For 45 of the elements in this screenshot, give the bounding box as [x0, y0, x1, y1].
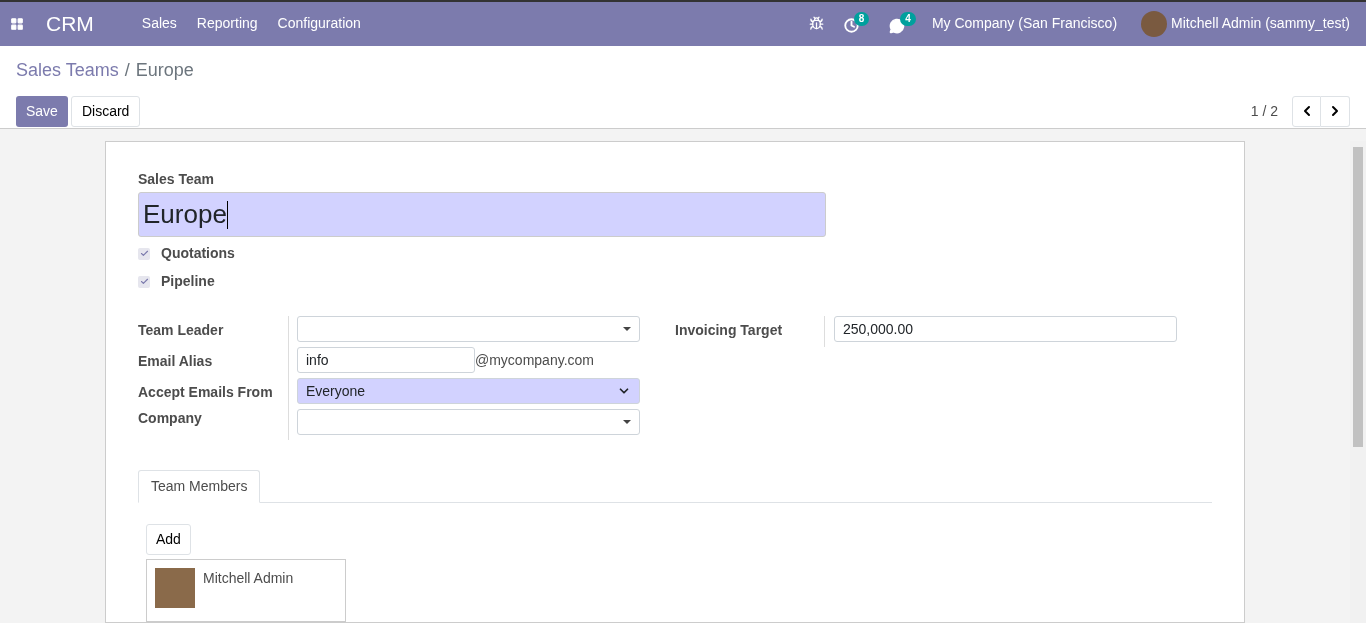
activity-button[interactable]: 8: [843, 11, 870, 36]
alias-domain: @mycompany.com: [475, 350, 594, 370]
menu-item[interactable]: Sales: [141, 13, 177, 35]
add-button[interactable]: Add: [146, 524, 191, 555]
message-badge: 4: [900, 11, 916, 26]
messages-button[interactable]: 4: [889, 11, 916, 36]
photo-placeholder: [155, 568, 195, 608]
dropdown-field[interactable]: [297, 316, 640, 342]
field-label: Team Leader: [138, 322, 224, 338]
field-label: Email Alias: [138, 353, 213, 369]
member-name: Mitchell Admin: [203, 569, 294, 588]
alias-input[interactable]: info: [297, 347, 475, 373]
app-name[interactable]: CRM: [46, 8, 94, 40]
field-label: Sales Team: [138, 171, 214, 187]
breadcrumb-current: Europe: [135, 58, 194, 82]
name-input[interactable]: Europe: [138, 192, 826, 237]
member-card[interactable]: Mitchell Admin: [146, 559, 346, 622]
select-field[interactable]: Everyone: [297, 378, 640, 404]
dropdown-field[interactable]: [297, 409, 640, 435]
field-label: Accept Emails From: [138, 384, 273, 400]
text-input[interactable]: 250,000.00: [834, 316, 1177, 342]
caret-icon: [623, 327, 631, 331]
next-button[interactable]: [1321, 95, 1350, 127]
field-label: Quotations: [161, 244, 235, 263]
pager-value: 1 / 2: [1250, 101, 1278, 121]
field-label: Pipeline: [161, 272, 215, 291]
save-button[interactable]: Save: [16, 95, 68, 127]
menu-item[interactable]: Configuration: [277, 13, 361, 35]
user-menu[interactable]: Mitchell Admin (sammy_test): [1171, 13, 1350, 35]
breadcrumb-separator: /: [124, 58, 130, 82]
user-avatar: [1141, 10, 1168, 37]
discard-button[interactable]: Discard: [70, 95, 141, 127]
breadcrumb-link[interactable]: Sales Teams: [16, 56, 119, 84]
company-switcher[interactable]: My Company (San Francisco): [931, 13, 1118, 35]
apps-menu-icon[interactable]: [10, 16, 24, 31]
checkbox[interactable]: [138, 275, 150, 288]
field-label: Company: [138, 410, 202, 426]
notebook-tab[interactable]: Team Members: [138, 470, 261, 503]
field-label: Invoicing Target: [675, 322, 783, 338]
bug-icon[interactable]: [808, 16, 824, 32]
checkbox[interactable]: [138, 247, 150, 260]
caret-icon: [623, 420, 631, 424]
activity-badge: 8: [853, 11, 870, 26]
previous-button[interactable]: [1292, 95, 1321, 127]
menu-item[interactable]: Reporting: [196, 13, 258, 35]
